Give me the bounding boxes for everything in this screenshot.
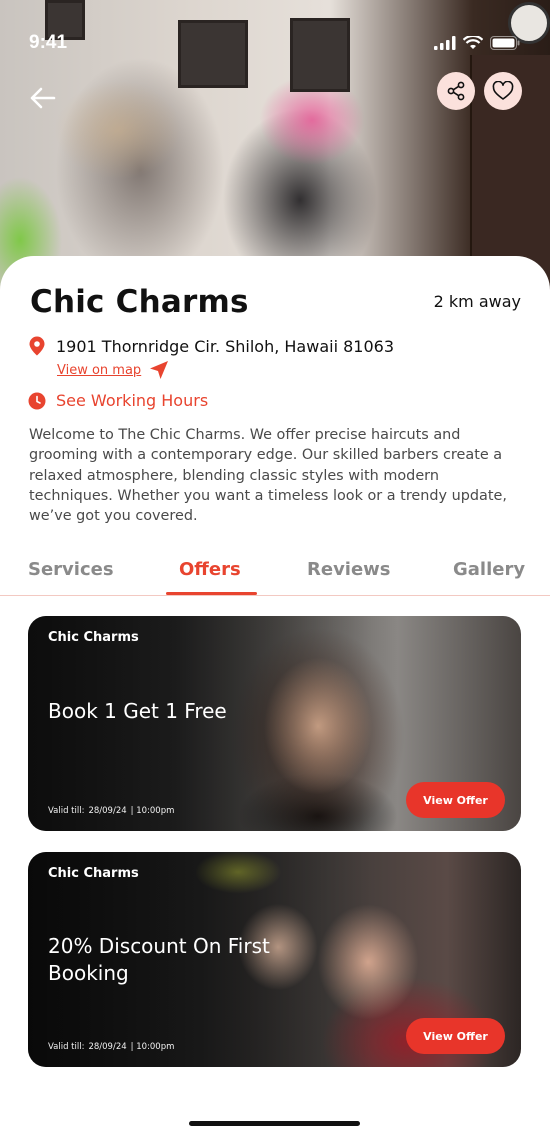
valid-date: 28/09/24 — [88, 1042, 127, 1052]
share-button[interactable] — [437, 72, 475, 110]
view-on-map-link[interactable]: View on map — [57, 360, 169, 380]
clock-icon — [28, 392, 46, 409]
back-button[interactable] — [24, 80, 60, 116]
offer-brand: Chic Charms — [48, 866, 139, 881]
offer-card[interactable]: Chic Charms 20% Discount On First Bookin… — [28, 852, 521, 1067]
share-icon — [447, 81, 465, 101]
address-row: 1901 Thornridge Cir. Shiloh, Hawaii 8106… — [28, 336, 394, 356]
valid-date: 28/09/24 — [88, 806, 127, 816]
status-icons — [434, 36, 520, 50]
wifi-icon — [463, 36, 483, 49]
working-hours-link[interactable]: See Working Hours — [28, 391, 208, 410]
view-offer-button[interactable]: View Offer — [406, 1018, 505, 1054]
view-offer-button[interactable]: View Offer — [406, 782, 505, 818]
business-description: Welcome to The Chic Charms. We offer pre… — [29, 427, 507, 525]
location-pin-icon — [29, 336, 45, 356]
view-on-map-label: View on map — [57, 362, 142, 378]
tab-services[interactable]: Services — [28, 559, 114, 580]
navigation-arrow-icon — [150, 361, 169, 379]
arrow-left-icon — [30, 87, 56, 109]
business-name: Chic Charms — [30, 284, 249, 320]
signal-icon — [434, 36, 456, 50]
distance-label: 2 km away — [433, 292, 521, 311]
working-hours-label: See Working Hours — [56, 391, 209, 410]
tab-offers[interactable]: Offers — [179, 559, 241, 580]
status-time: 9:41 — [29, 32, 68, 53]
offer-title: Book 1 Get 1 Free — [48, 699, 227, 723]
valid-time: | 10:00pm — [130, 1042, 175, 1052]
heart-icon — [492, 81, 514, 100]
favorite-button[interactable] — [484, 72, 522, 110]
tab-bar: Services Offers Reviews Gallery — [0, 552, 550, 596]
offer-card[interactable]: Chic Charms Book 1 Get 1 Free Valid till… — [28, 616, 521, 831]
status-bar: 9:41 — [0, 28, 550, 58]
valid-time: | 10:00pm — [130, 806, 175, 816]
address-text: 1901 Thornridge Cir. Shiloh, Hawaii 8106… — [56, 336, 394, 356]
offer-validity: Valid till: 28/09/24 | 10:00pm — [48, 1042, 174, 1052]
tab-reviews[interactable]: Reviews — [307, 559, 391, 580]
valid-label: Valid till: — [48, 1042, 85, 1052]
tab-gallery[interactable]: Gallery — [453, 559, 525, 580]
valid-label: Valid till: — [48, 806, 85, 816]
battery-icon — [490, 36, 520, 50]
offer-title: 20% Discount On First Booking — [48, 934, 270, 985]
offer-validity: Valid till: 28/09/24 | 10:00pm — [48, 806, 174, 816]
home-indicator — [189, 1121, 360, 1126]
offer-brand: Chic Charms — [48, 630, 139, 645]
active-tab-indicator — [166, 592, 257, 595]
